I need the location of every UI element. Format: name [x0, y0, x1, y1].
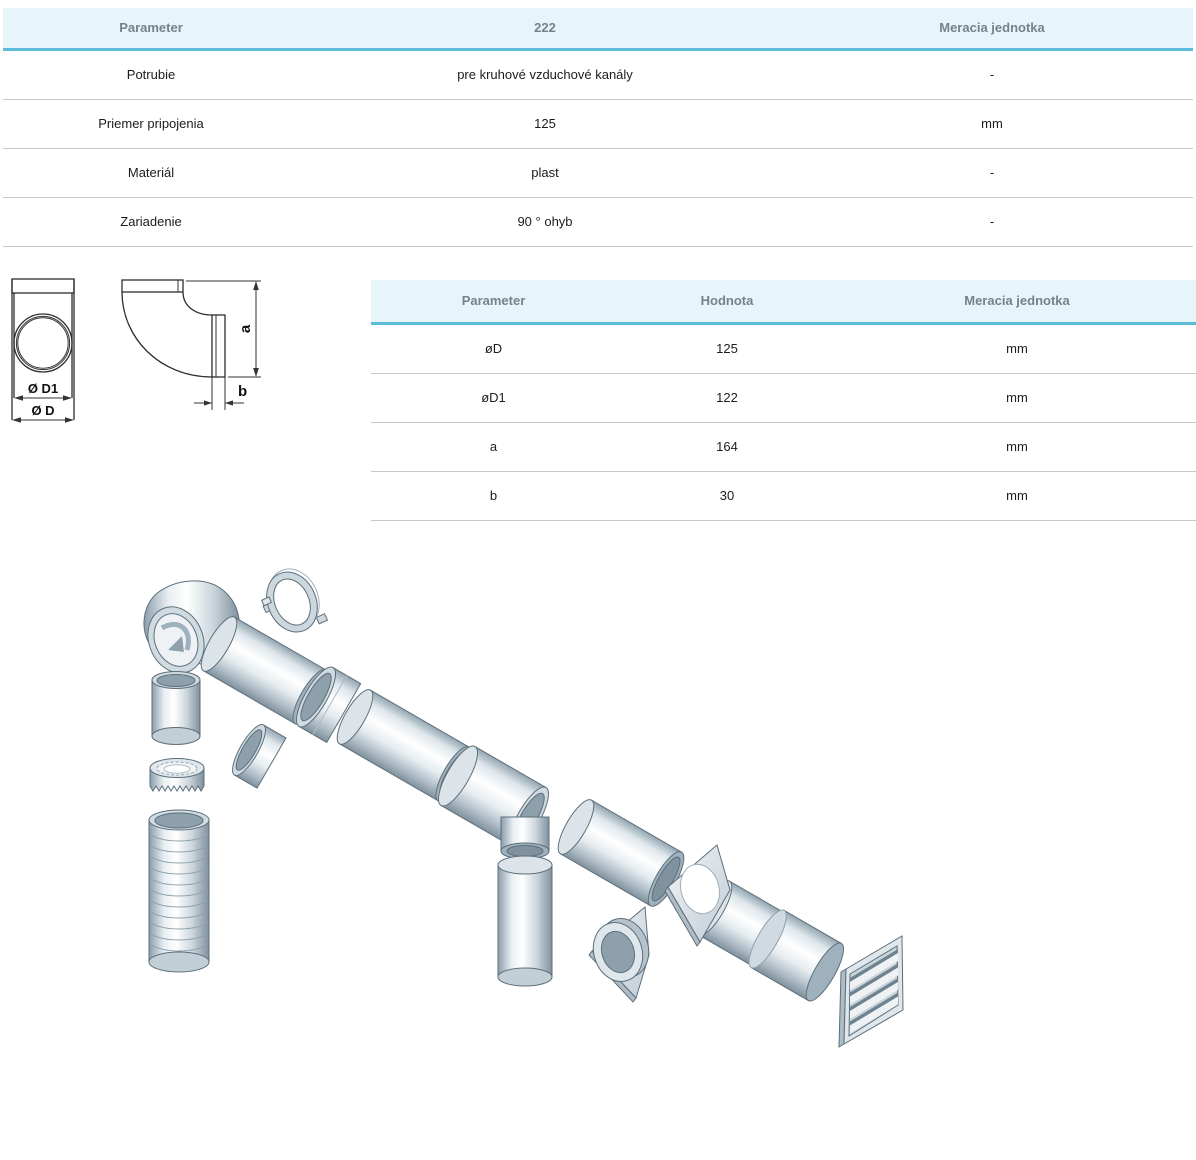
spigot-plate-part	[588, 906, 650, 1003]
dim-header-value: Hodnota	[700, 292, 754, 308]
front-view: Ø D1 Ø D	[11, 278, 75, 423]
table-cell: mm	[1006, 389, 1028, 405]
dimension-table-header-row: Parameter Hodnota Meracia jednotka	[371, 280, 1196, 325]
table-cell: 90 ° ohyb	[517, 213, 573, 229]
dim-label-d1: Ø D1	[28, 381, 58, 396]
table-cell: mm	[1006, 438, 1028, 454]
table-row: a 164 mm	[371, 423, 1196, 472]
table-cell: 30	[719, 487, 735, 503]
table-cell: a	[489, 438, 498, 454]
spec-header-parameter: Parameter	[119, 19, 183, 35]
table-row: Potrubie pre kruhové vzduchové kanály -	[3, 51, 1193, 100]
clamp-part	[260, 568, 329, 633]
technical-drawing: Ø D1 Ø D a b	[11, 278, 261, 423]
table-row: øD1 122 mm	[371, 374, 1196, 423]
table-cell: mm	[981, 115, 1003, 131]
table-cell: -	[989, 164, 995, 180]
table-cell: 125	[534, 115, 556, 131]
table-cell: 122	[716, 389, 738, 405]
grille-part	[838, 935, 904, 1048]
side-view: a b	[121, 279, 261, 410]
table-cell: mm	[1006, 340, 1028, 356]
table-cell: Priemer pripojenia	[98, 115, 204, 131]
connector-ring-part	[149, 758, 205, 792]
dim-label-a: a	[237, 324, 254, 333]
table-cell: mm	[1006, 487, 1028, 503]
tee-branch	[500, 816, 550, 860]
dim-header-parameter: Parameter	[461, 292, 526, 308]
table-cell: pre kruhové vzduchové kanály	[457, 66, 633, 82]
sleeve-part	[151, 671, 201, 745]
spec-table-header-row: Parameter 222 Meracia jednotka	[3, 8, 1193, 51]
table-row: Materiál plast -	[3, 149, 1193, 198]
dimension-table: Parameter Hodnota Meracia jednotka øD 12…	[371, 280, 1196, 521]
table-row: Zariadenie 90 ° ohyb -	[3, 198, 1193, 247]
duct-assembly-illustration	[143, 568, 904, 1048]
table-cell: 125	[716, 340, 738, 356]
spec-table: Parameter 222 Meracia jednotka Potrubie …	[3, 8, 1193, 247]
table-row: øD 125 mm	[371, 325, 1196, 374]
table-cell: plast	[531, 164, 559, 180]
table-cell: -	[989, 66, 995, 82]
table-cell: Materiál	[127, 164, 175, 180]
product-spec-page: Parameter 222 Meracia jednotka Potrubie …	[0, 0, 1196, 1160]
table-cell: øD	[484, 340, 503, 356]
table-cell: 164	[716, 438, 738, 454]
dim-label-d: Ø D	[31, 403, 54, 418]
table-row: b 30 mm	[371, 472, 1196, 521]
table-cell: b	[489, 487, 498, 503]
vertical-pipe-part	[497, 855, 553, 987]
table-cell: Potrubie	[126, 66, 176, 82]
table-cell: Zariadenie	[120, 213, 182, 229]
spec-header-model: 222	[534, 19, 556, 35]
spec-header-unit: Meracia jednotka	[939, 19, 1045, 35]
coupler-part	[232, 723, 287, 789]
table-cell: -	[989, 213, 995, 229]
dim-label-b: b	[238, 383, 247, 400]
flexible-duct-part	[148, 809, 210, 973]
table-cell: øD1	[481, 389, 506, 405]
dim-header-unit: Meracia jednotka	[964, 292, 1070, 308]
table-row: Priemer pripojenia 125 mm	[3, 100, 1193, 149]
